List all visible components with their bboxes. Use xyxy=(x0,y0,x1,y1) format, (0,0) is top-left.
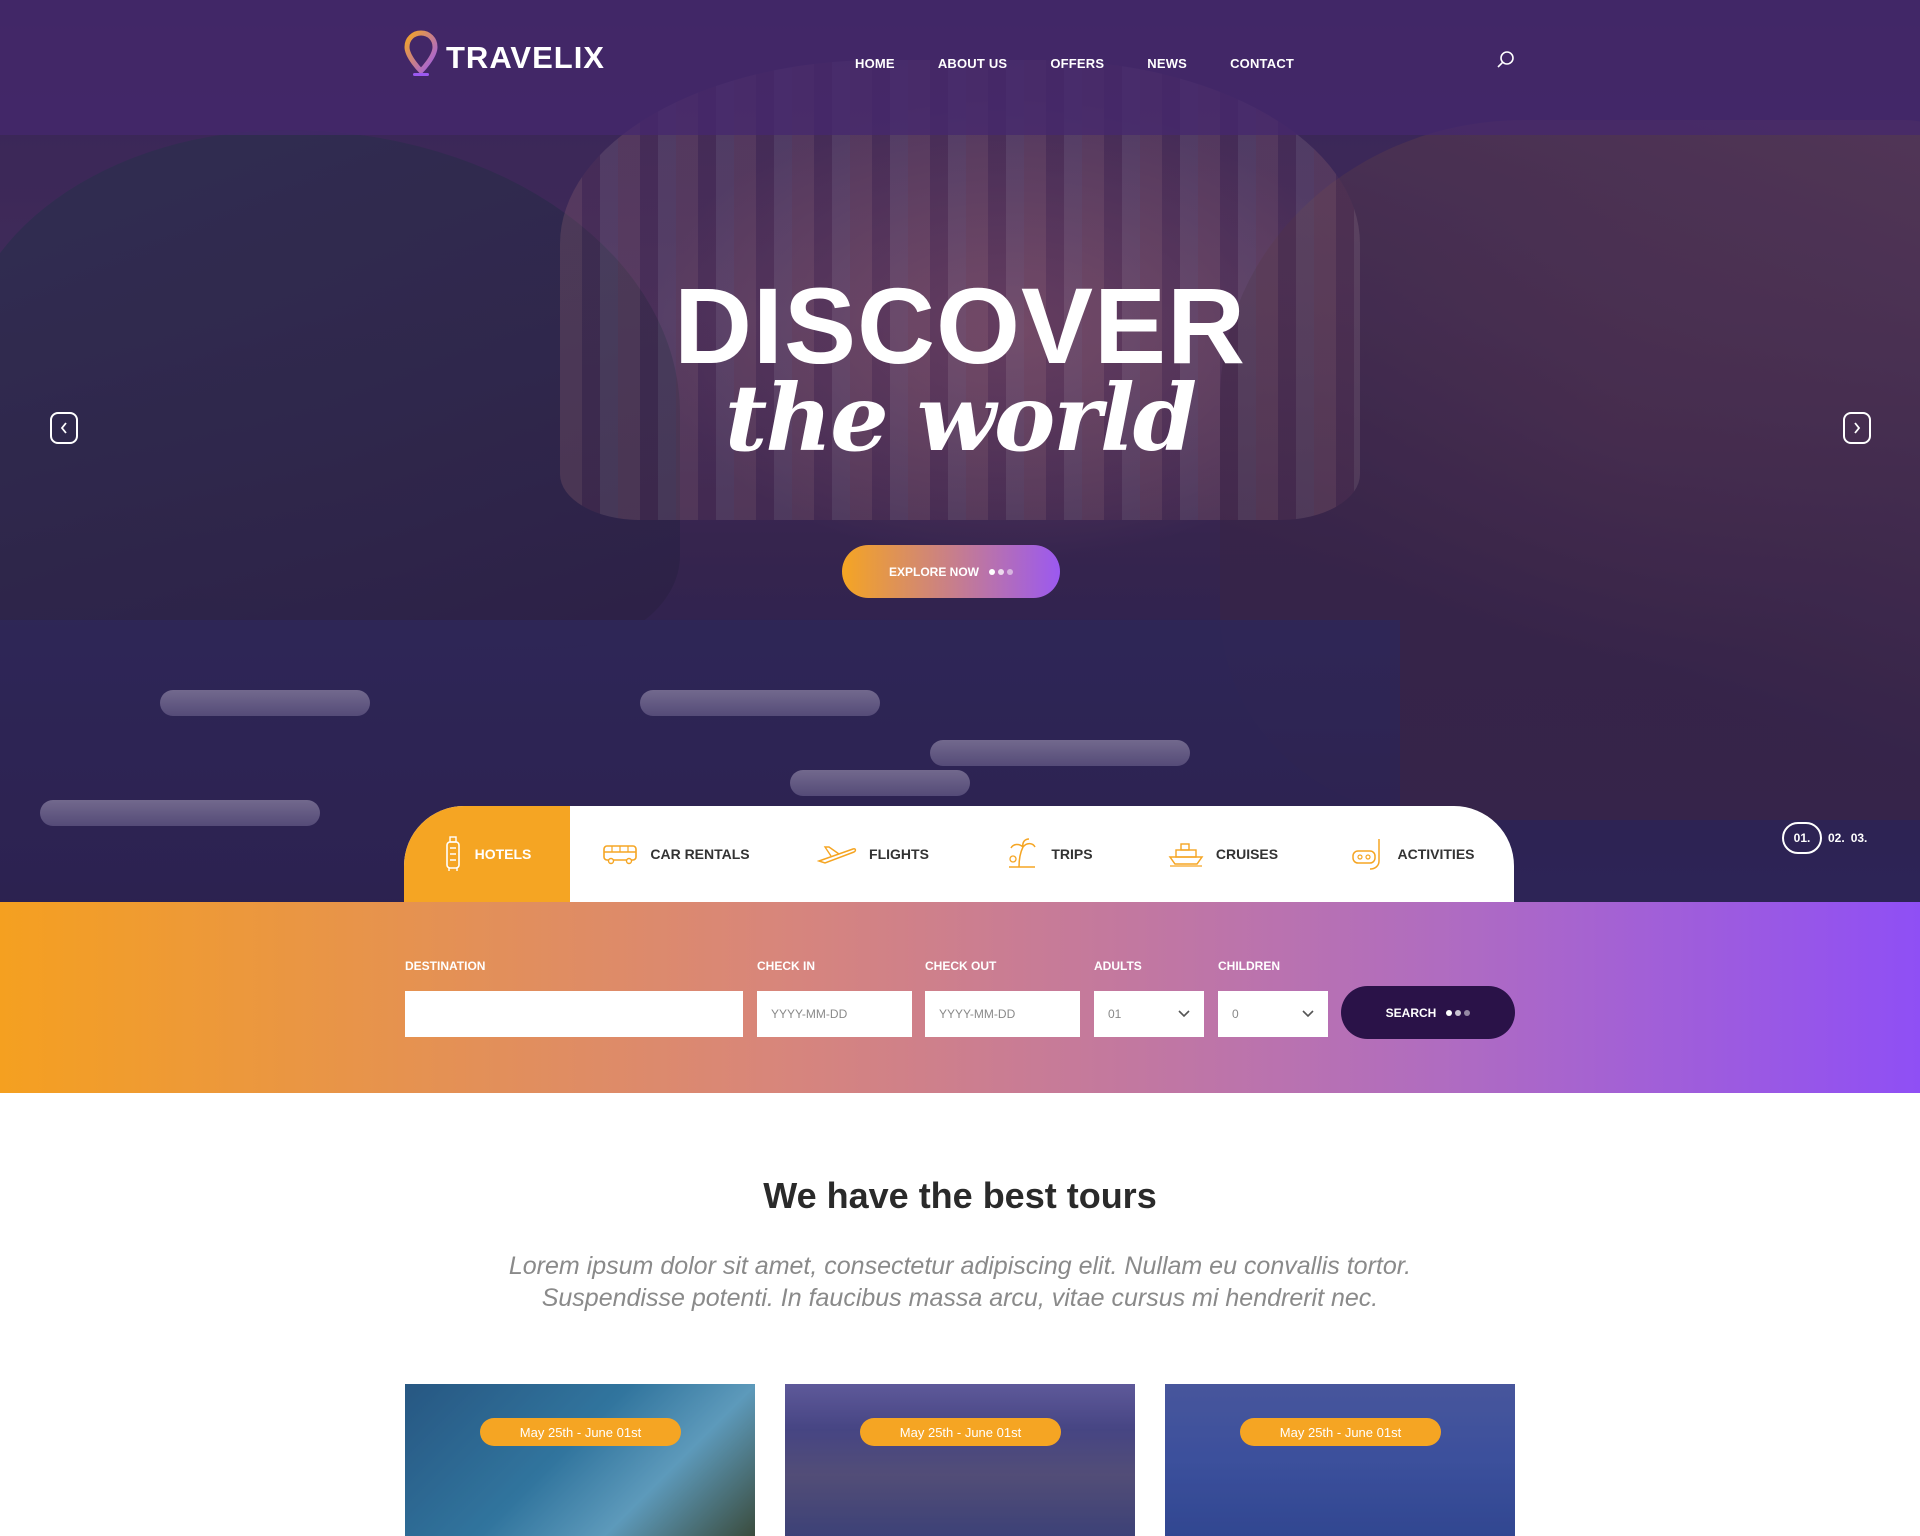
chevron-right-icon xyxy=(1854,422,1861,434)
tab-car-rentals[interactable]: CAR RENTALS xyxy=(570,806,782,902)
tab-cruises[interactable]: CRUISES xyxy=(1134,806,1312,902)
slider-next-button[interactable] xyxy=(1843,412,1871,444)
plane-icon xyxy=(817,846,857,864)
tab-label: TRIPS xyxy=(1051,846,1093,862)
pager-item[interactable]: 02. xyxy=(1828,831,1845,845)
adults-label: ADULTS xyxy=(1094,959,1142,973)
section-lead-line: Suspendisse potenti. In faucibus massa a… xyxy=(541,1284,1379,1312)
bus-icon xyxy=(603,845,638,865)
site-header: TRAVELIX HOME ABOUT US OFFERS NEWS CONTA… xyxy=(0,0,1920,135)
children-label: CHILDREN xyxy=(1218,959,1280,973)
search-icon[interactable] xyxy=(1496,50,1516,70)
section-lead: Lorem ipsum dolor sit amet, consectetur … xyxy=(460,1250,1460,1314)
logo[interactable]: TRAVELIX xyxy=(404,30,605,78)
tab-hotels[interactable]: HOTELS xyxy=(404,806,570,902)
tour-date-badge: May 25th - June 01st xyxy=(860,1418,1061,1446)
main-nav: HOME ABOUT US OFFERS NEWS CONTACT xyxy=(855,56,1294,71)
page: TRAVELIX HOME ABOUT US OFFERS NEWS CONTA… xyxy=(0,0,1920,1536)
nav-news[interactable]: NEWS xyxy=(1147,56,1187,71)
search-button[interactable]: SEARCH xyxy=(1341,986,1515,1039)
tour-date-badge: May 25th - June 01st xyxy=(1240,1418,1441,1446)
nav-contact[interactable]: CONTACT xyxy=(1230,56,1294,71)
tour-card[interactable]: May 25th - June 01st xyxy=(405,1384,755,1536)
chevron-down-icon xyxy=(1178,1010,1190,1018)
slider-prev-button[interactable] xyxy=(50,412,78,444)
map-pin-icon xyxy=(404,30,438,76)
adults-value: 01 xyxy=(1108,1007,1122,1021)
check-in-input[interactable] xyxy=(757,991,912,1037)
tab-label: ACTIVITIES xyxy=(1397,846,1475,862)
children-select[interactable]: 0 xyxy=(1218,991,1328,1037)
tab-label: CRUISES xyxy=(1215,846,1279,862)
children-value: 0 xyxy=(1232,1007,1239,1021)
dots-icon xyxy=(989,568,1013,575)
destination-label: DESTINATION xyxy=(405,959,486,973)
hero-section: TRAVELIX HOME ABOUT US OFFERS NEWS CONTA… xyxy=(0,0,1920,902)
section-title: We have the best tours xyxy=(763,1175,1157,1216)
tab-label: FLIGHTS xyxy=(869,846,929,862)
ship-icon xyxy=(1168,843,1204,867)
pager-item[interactable]: 03. xyxy=(1851,831,1868,845)
pager-item-active[interactable]: 01. xyxy=(1782,822,1822,854)
island-icon xyxy=(1009,838,1037,868)
check-in-label: CHECK IN xyxy=(757,959,816,973)
chevron-down-icon xyxy=(1302,1010,1314,1018)
snorkel-icon xyxy=(1352,839,1381,870)
adults-select[interactable]: 01 xyxy=(1094,991,1204,1037)
nav-home[interactable]: HOME xyxy=(855,56,895,71)
section-lead-line: Lorem ipsum dolor sit amet, consectetur … xyxy=(508,1252,1412,1280)
check-out-input[interactable] xyxy=(925,991,1080,1037)
chevron-left-icon xyxy=(60,422,67,434)
tab-label: CAR RENTALS xyxy=(650,846,750,862)
card-overlay xyxy=(405,1384,755,1536)
slider-pager: 01. 02. 03. xyxy=(1782,822,1867,854)
destination-input[interactable] xyxy=(405,991,743,1037)
tour-card[interactable]: May 25th - June 01st xyxy=(785,1384,1135,1536)
tab-activities[interactable]: ACTIVITIES xyxy=(1312,806,1514,902)
dots-icon xyxy=(1446,1009,1471,1016)
tab-flights[interactable]: FLIGHTS xyxy=(782,806,964,902)
card-overlay xyxy=(785,1384,1135,1536)
explore-now-label: EXPLORE NOW xyxy=(888,564,979,579)
tab-trips[interactable]: TRIPS xyxy=(964,806,1134,902)
explore-now-button[interactable]: EXPLORE NOW xyxy=(842,545,1060,598)
tour-card[interactable]: May 25th - June 01st xyxy=(1165,1384,1515,1536)
card-overlay xyxy=(1165,1384,1515,1536)
booking-tabs: HOTELS CAR RENTALS FLIGHTS TRIPS CRUISES… xyxy=(404,806,1514,902)
search-button-label: SEARCH xyxy=(1385,1005,1437,1020)
hero-subheadline: the world xyxy=(724,364,1197,472)
nav-about-us[interactable]: ABOUT US xyxy=(938,56,1008,71)
brand-name: TRAVELIX xyxy=(446,40,605,75)
check-out-label: CHECK OUT xyxy=(925,959,997,973)
nav-offers[interactable]: OFFERS xyxy=(1050,56,1104,71)
hotel-icon xyxy=(445,836,460,871)
tab-label: HOTELS xyxy=(474,846,532,862)
tour-date-badge: May 25th - June 01st xyxy=(480,1418,681,1446)
